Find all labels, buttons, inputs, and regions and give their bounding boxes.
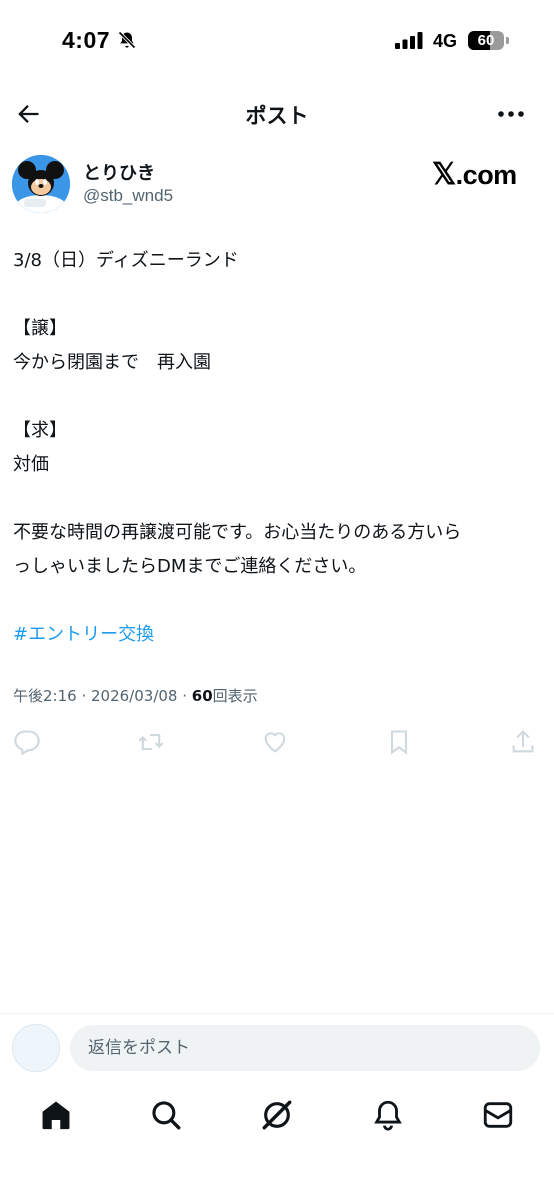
reply-input[interactable] <box>70 1025 540 1071</box>
tab-bar <box>0 1088 554 1148</box>
reply-bar <box>0 1022 554 1074</box>
share-button[interactable] <box>509 728 537 756</box>
post-meta: 午後2:16 · 2026/03/08 · 60回表示 <box>13 685 258 706</box>
home-icon <box>42 1101 70 1130</box>
post-give-label: 【譲】 <box>13 318 67 339</box>
status-time: 4:07 <box>62 27 111 53</box>
tab-messages[interactable] <box>481 1098 515 1132</box>
my-avatar[interactable] <box>12 1024 60 1072</box>
views-label: 回表示 <box>212 687 258 705</box>
more-icon <box>498 111 524 117</box>
post-note-line: っしゃいましたらDMまでご連絡ください。 <box>13 556 367 577</box>
meta-separator: · <box>76 687 91 705</box>
post-give-text: 今から閉園まで 再入園 <box>13 352 211 373</box>
x-logo: 𝕏.com <box>432 157 517 192</box>
views-count: 60 <box>191 687 213 705</box>
like-icon <box>264 732 286 753</box>
divider <box>0 1013 554 1014</box>
post-date[interactable]: 2026/03/08 <box>91 687 177 705</box>
hashtag-link[interactable]: #エントリー交換 <box>13 624 154 645</box>
page-title: ポスト <box>245 104 309 128</box>
bell-slash-icon <box>117 30 137 54</box>
grok-icon <box>262 1100 292 1130</box>
display-name[interactable]: とりひき <box>83 159 155 185</box>
post-want-text: 対価 <box>13 454 49 475</box>
post-note-line: 不要な時間の再譲渡可能です。お心当たりのある方いら <box>13 522 462 543</box>
post-text: 3/8（日）ディズニーランド 【譲】 今から閉園まで 再入園 【求】 対価 不要… <box>13 244 543 652</box>
user-handle[interactable]: @stb_wnd5 <box>83 186 173 206</box>
like-button[interactable] <box>261 728 289 756</box>
post-actions <box>13 728 541 758</box>
repost-button[interactable] <box>137 728 165 756</box>
post-author: とりひき @stb_wnd5 𝕏.com <box>12 153 542 215</box>
battery-cap <box>506 37 509 44</box>
messages-icon <box>483 1102 513 1128</box>
post-want-label: 【求】 <box>13 420 67 441</box>
nav-bar: ポスト <box>0 88 554 140</box>
status-bar: 4:07 4G 60 <box>0 0 554 80</box>
bookmark-button[interactable] <box>385 728 413 756</box>
tab-notifications[interactable] <box>371 1098 405 1132</box>
more-button[interactable] <box>496 100 532 128</box>
search-icon <box>152 1101 181 1130</box>
post-line: 3/8（日）ディズニーランド <box>13 250 239 271</box>
signal-icon <box>395 32 425 53</box>
reply-button[interactable] <box>13 728 41 756</box>
x-logo-suffix: .com <box>455 160 518 190</box>
post-time[interactable]: 午後2:16 <box>13 687 77 705</box>
tab-grok[interactable] <box>260 1098 294 1132</box>
reply-icon <box>14 730 40 756</box>
network-type: 4G <box>433 31 458 51</box>
x-logo-mark: 𝕏 <box>432 158 456 191</box>
bookmark-icon <box>390 730 408 755</box>
notifications-icon <box>374 1100 402 1131</box>
battery-percent: 60 <box>477 32 495 49</box>
avatar[interactable] <box>12 155 70 213</box>
meta-separator: · <box>177 687 192 705</box>
repost-icon <box>138 733 164 751</box>
tab-home[interactable] <box>39 1098 73 1132</box>
battery-icon: 60 <box>468 31 504 50</box>
tab-search[interactable] <box>149 1098 183 1132</box>
share-icon <box>512 730 534 753</box>
